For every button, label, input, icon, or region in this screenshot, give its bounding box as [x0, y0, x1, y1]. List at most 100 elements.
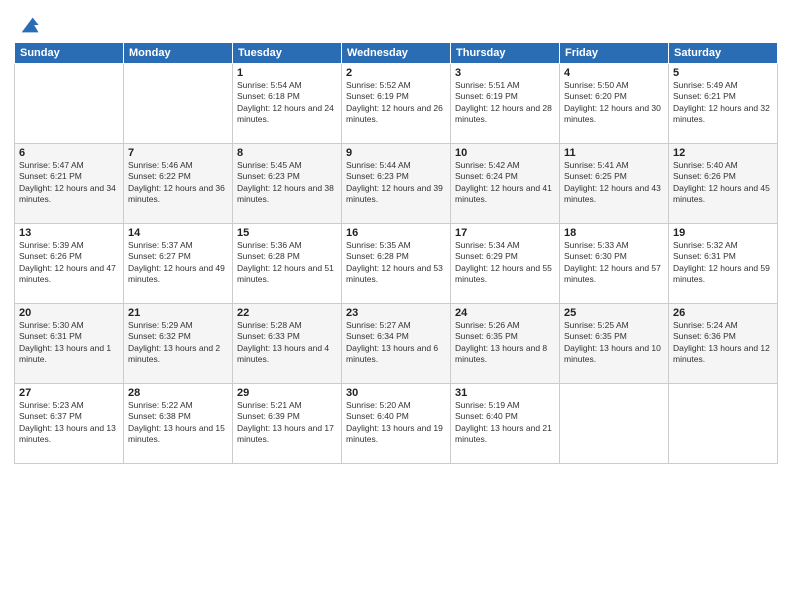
calendar-cell	[124, 64, 233, 144]
day-info: Sunrise: 5:26 AM Sunset: 6:35 PM Dayligh…	[455, 320, 555, 366]
calendar-cell: 24Sunrise: 5:26 AM Sunset: 6:35 PM Dayli…	[451, 304, 560, 384]
calendar-day-header: Tuesday	[233, 43, 342, 64]
calendar-cell	[669, 384, 778, 464]
day-number: 22	[237, 307, 337, 319]
day-info: Sunrise: 5:21 AM Sunset: 6:39 PM Dayligh…	[237, 400, 337, 446]
calendar-cell: 1Sunrise: 5:54 AM Sunset: 6:18 PM Daylig…	[233, 64, 342, 144]
day-info: Sunrise: 5:27 AM Sunset: 6:34 PM Dayligh…	[346, 320, 446, 366]
calendar-day-header: Thursday	[451, 43, 560, 64]
day-number: 13	[19, 227, 119, 239]
day-info: Sunrise: 5:49 AM Sunset: 6:21 PM Dayligh…	[673, 80, 773, 126]
calendar-cell: 19Sunrise: 5:32 AM Sunset: 6:31 PM Dayli…	[669, 224, 778, 304]
day-info: Sunrise: 5:54 AM Sunset: 6:18 PM Dayligh…	[237, 80, 337, 126]
calendar-day-header: Monday	[124, 43, 233, 64]
day-info: Sunrise: 5:23 AM Sunset: 6:37 PM Dayligh…	[19, 400, 119, 446]
calendar-cell: 28Sunrise: 5:22 AM Sunset: 6:38 PM Dayli…	[124, 384, 233, 464]
calendar-cell: 26Sunrise: 5:24 AM Sunset: 6:36 PM Dayli…	[669, 304, 778, 384]
day-info: Sunrise: 5:42 AM Sunset: 6:24 PM Dayligh…	[455, 160, 555, 206]
day-number: 26	[673, 307, 773, 319]
day-number: 16	[346, 227, 446, 239]
day-number: 30	[346, 387, 446, 399]
day-info: Sunrise: 5:29 AM Sunset: 6:32 PM Dayligh…	[128, 320, 228, 366]
day-info: Sunrise: 5:30 AM Sunset: 6:31 PM Dayligh…	[19, 320, 119, 366]
calendar-cell: 17Sunrise: 5:34 AM Sunset: 6:29 PM Dayli…	[451, 224, 560, 304]
calendar-cell	[15, 64, 124, 144]
day-number: 25	[564, 307, 664, 319]
calendar-cell: 27Sunrise: 5:23 AM Sunset: 6:37 PM Dayli…	[15, 384, 124, 464]
page: SundayMondayTuesdayWednesdayThursdayFrid…	[0, 0, 792, 612]
day-info: Sunrise: 5:51 AM Sunset: 6:19 PM Dayligh…	[455, 80, 555, 126]
calendar-cell: 18Sunrise: 5:33 AM Sunset: 6:30 PM Dayli…	[560, 224, 669, 304]
day-info: Sunrise: 5:46 AM Sunset: 6:22 PM Dayligh…	[128, 160, 228, 206]
day-number: 10	[455, 147, 555, 159]
calendar-week-row: 20Sunrise: 5:30 AM Sunset: 6:31 PM Dayli…	[15, 304, 778, 384]
calendar-cell	[560, 384, 669, 464]
day-info: Sunrise: 5:24 AM Sunset: 6:36 PM Dayligh…	[673, 320, 773, 366]
day-info: Sunrise: 5:36 AM Sunset: 6:28 PM Dayligh…	[237, 240, 337, 286]
calendar-cell: 12Sunrise: 5:40 AM Sunset: 6:26 PM Dayli…	[669, 144, 778, 224]
day-info: Sunrise: 5:20 AM Sunset: 6:40 PM Dayligh…	[346, 400, 446, 446]
day-info: Sunrise: 5:39 AM Sunset: 6:26 PM Dayligh…	[19, 240, 119, 286]
calendar-cell: 22Sunrise: 5:28 AM Sunset: 6:33 PM Dayli…	[233, 304, 342, 384]
day-info: Sunrise: 5:44 AM Sunset: 6:23 PM Dayligh…	[346, 160, 446, 206]
day-info: Sunrise: 5:52 AM Sunset: 6:19 PM Dayligh…	[346, 80, 446, 126]
calendar-cell: 23Sunrise: 5:27 AM Sunset: 6:34 PM Dayli…	[342, 304, 451, 384]
day-info: Sunrise: 5:45 AM Sunset: 6:23 PM Dayligh…	[237, 160, 337, 206]
calendar-day-header: Sunday	[15, 43, 124, 64]
calendar-cell: 7Sunrise: 5:46 AM Sunset: 6:22 PM Daylig…	[124, 144, 233, 224]
calendar-cell: 16Sunrise: 5:35 AM Sunset: 6:28 PM Dayli…	[342, 224, 451, 304]
day-info: Sunrise: 5:19 AM Sunset: 6:40 PM Dayligh…	[455, 400, 555, 446]
day-info: Sunrise: 5:32 AM Sunset: 6:31 PM Dayligh…	[673, 240, 773, 286]
calendar-cell: 10Sunrise: 5:42 AM Sunset: 6:24 PM Dayli…	[451, 144, 560, 224]
day-number: 20	[19, 307, 119, 319]
day-number: 24	[455, 307, 555, 319]
day-number: 14	[128, 227, 228, 239]
calendar-cell: 30Sunrise: 5:20 AM Sunset: 6:40 PM Dayli…	[342, 384, 451, 464]
day-info: Sunrise: 5:40 AM Sunset: 6:26 PM Dayligh…	[673, 160, 773, 206]
day-number: 18	[564, 227, 664, 239]
calendar-cell: 14Sunrise: 5:37 AM Sunset: 6:27 PM Dayli…	[124, 224, 233, 304]
calendar-cell: 11Sunrise: 5:41 AM Sunset: 6:25 PM Dayli…	[560, 144, 669, 224]
day-info: Sunrise: 5:41 AM Sunset: 6:25 PM Dayligh…	[564, 160, 664, 206]
calendar-cell: 25Sunrise: 5:25 AM Sunset: 6:35 PM Dayli…	[560, 304, 669, 384]
day-info: Sunrise: 5:28 AM Sunset: 6:33 PM Dayligh…	[237, 320, 337, 366]
header	[14, 10, 778, 36]
calendar-cell: 6Sunrise: 5:47 AM Sunset: 6:21 PM Daylig…	[15, 144, 124, 224]
day-number: 8	[237, 147, 337, 159]
calendar-cell: 13Sunrise: 5:39 AM Sunset: 6:26 PM Dayli…	[15, 224, 124, 304]
day-number: 19	[673, 227, 773, 239]
day-number: 7	[128, 147, 228, 159]
day-number: 15	[237, 227, 337, 239]
day-number: 6	[19, 147, 119, 159]
day-info: Sunrise: 5:34 AM Sunset: 6:29 PM Dayligh…	[455, 240, 555, 286]
day-number: 29	[237, 387, 337, 399]
day-number: 4	[564, 67, 664, 79]
day-info: Sunrise: 5:22 AM Sunset: 6:38 PM Dayligh…	[128, 400, 228, 446]
calendar-cell: 2Sunrise: 5:52 AM Sunset: 6:19 PM Daylig…	[342, 64, 451, 144]
day-number: 5	[673, 67, 773, 79]
day-number: 1	[237, 67, 337, 79]
calendar-day-header: Wednesday	[342, 43, 451, 64]
calendar-week-row: 1Sunrise: 5:54 AM Sunset: 6:18 PM Daylig…	[15, 64, 778, 144]
day-number: 11	[564, 147, 664, 159]
calendar-week-row: 27Sunrise: 5:23 AM Sunset: 6:37 PM Dayli…	[15, 384, 778, 464]
day-info: Sunrise: 5:47 AM Sunset: 6:21 PM Dayligh…	[19, 160, 119, 206]
day-info: Sunrise: 5:37 AM Sunset: 6:27 PM Dayligh…	[128, 240, 228, 286]
calendar-cell: 8Sunrise: 5:45 AM Sunset: 6:23 PM Daylig…	[233, 144, 342, 224]
calendar-day-header: Friday	[560, 43, 669, 64]
calendar-cell: 15Sunrise: 5:36 AM Sunset: 6:28 PM Dayli…	[233, 224, 342, 304]
logo	[14, 14, 40, 36]
day-info: Sunrise: 5:50 AM Sunset: 6:20 PM Dayligh…	[564, 80, 664, 126]
calendar-cell: 4Sunrise: 5:50 AM Sunset: 6:20 PM Daylig…	[560, 64, 669, 144]
calendar-cell: 20Sunrise: 5:30 AM Sunset: 6:31 PM Dayli…	[15, 304, 124, 384]
calendar-week-row: 6Sunrise: 5:47 AM Sunset: 6:21 PM Daylig…	[15, 144, 778, 224]
calendar-cell: 21Sunrise: 5:29 AM Sunset: 6:32 PM Dayli…	[124, 304, 233, 384]
day-number: 28	[128, 387, 228, 399]
day-info: Sunrise: 5:35 AM Sunset: 6:28 PM Dayligh…	[346, 240, 446, 286]
calendar-header-row: SundayMondayTuesdayWednesdayThursdayFrid…	[15, 43, 778, 64]
day-number: 21	[128, 307, 228, 319]
day-number: 2	[346, 67, 446, 79]
day-number: 9	[346, 147, 446, 159]
calendar-cell: 31Sunrise: 5:19 AM Sunset: 6:40 PM Dayli…	[451, 384, 560, 464]
day-info: Sunrise: 5:25 AM Sunset: 6:35 PM Dayligh…	[564, 320, 664, 366]
